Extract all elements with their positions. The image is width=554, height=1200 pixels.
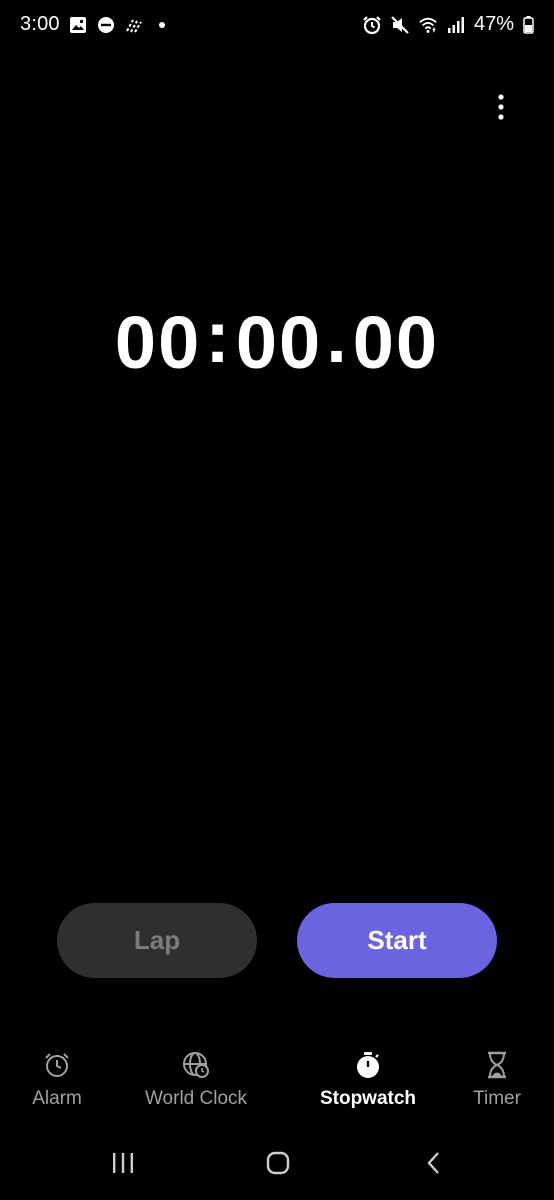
tab-label: Alarm [32,1088,82,1109]
alarm-clock-icon [42,1050,72,1080]
battery-icon [522,15,534,35]
wifi-icon [418,15,438,35]
mute-icon [390,15,410,35]
tab-stopwatch[interactable]: Stopwatch [312,1050,424,1110]
globe-clock-icon [181,1050,211,1080]
home-button[interactable] [258,1150,298,1180]
status-right: 47% [362,13,534,36]
status-left: 3:00 [20,13,172,36]
status-time: 3:00 [20,13,60,35]
seconds: 00 [235,301,323,384]
recents-button[interactable] [103,1150,143,1180]
do-not-disturb-icon [96,15,116,35]
hundredths: 00 [352,301,440,384]
lap-button[interactable]: Lap [57,903,257,978]
system-navigation-bar [0,1140,554,1190]
tab-timer[interactable]: Timer [462,1050,532,1110]
back-button[interactable] [414,1150,454,1180]
minutes: 00 [114,301,202,384]
alarm-icon [362,15,382,35]
home-icon [266,1151,290,1180]
recents-icon [111,1152,135,1179]
dot-icon [152,15,172,35]
more-options-button[interactable] [486,93,516,125]
bottom-tab-bar: Alarm World Clock Stopwatch Timer [0,1050,554,1130]
time-separator: : [205,295,232,378]
data-saver-icon [124,15,144,35]
tab-label: World Clock [144,1088,248,1109]
tab-alarm[interactable]: Alarm [17,1050,97,1110]
signal-icon [446,15,466,35]
image-icon [68,15,88,35]
tab-world-clock[interactable]: World Clock [136,1050,256,1110]
stopwatch-icon [353,1050,383,1080]
hourglass-icon [482,1050,512,1080]
decimal-separator: . [326,295,349,378]
status-bar: 3:00 47% [0,0,554,52]
start-button[interactable]: Start [297,903,497,978]
more-vertical-icon [497,93,505,125]
tab-label: Stopwatch [319,1088,417,1109]
back-icon [426,1151,442,1180]
battery-percent: 47% [473,13,514,35]
stopwatch-time-display: 00:00.00 [0,295,554,385]
tab-label: Timer [473,1088,521,1109]
